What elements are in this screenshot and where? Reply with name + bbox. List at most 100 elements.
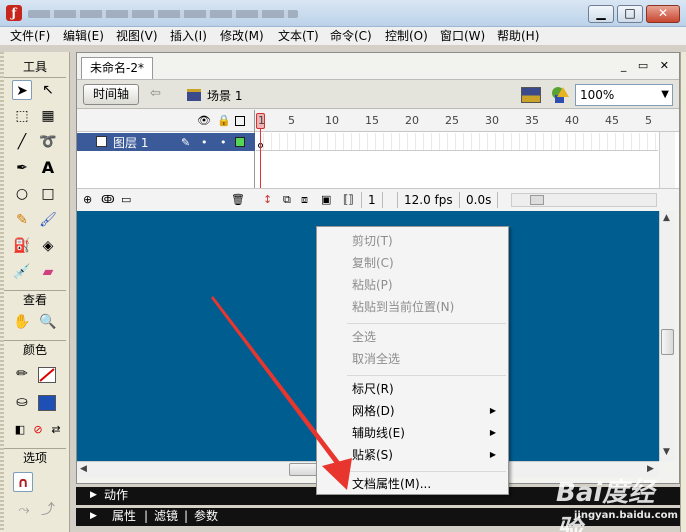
menu-item-document-properties[interactable]: 文档属性(M)... — [319, 473, 506, 495]
menu-view[interactable]: 视图(V) — [116, 28, 158, 44]
add-motion-guide-icon[interactable]: ↂ — [101, 193, 115, 206]
close-button[interactable]: ✕ — [646, 5, 680, 23]
center-frame-icon[interactable]: ↕ — [263, 193, 272, 206]
minimize-button[interactable]: ▁ — [588, 5, 614, 23]
menu-item-grid[interactable]: 网格(D) ▶ — [319, 400, 506, 422]
menu-item-cut[interactable]: 剪切(T) — [319, 230, 506, 252]
rectangle-tool-icon[interactable]: □ — [38, 184, 58, 204]
edit-scene-icon[interactable] — [521, 87, 541, 103]
elapsed-time-field: 0.0s — [459, 192, 499, 208]
outline-icon[interactable] — [235, 116, 245, 126]
scroll-thumb[interactable] — [530, 195, 544, 205]
edit-multiple-frames-icon[interactable]: ▣ — [321, 193, 331, 206]
menu-edit[interactable]: 编辑(E) — [63, 28, 104, 44]
menu-item-snapping[interactable]: 贴紧(S) ▶ — [319, 444, 506, 466]
lock-dot[interactable]: • — [220, 136, 227, 149]
hand-tool-icon[interactable]: ✋ — [12, 312, 32, 332]
onion-skin-icon[interactable]: ⧉ — [283, 193, 291, 207]
snap-magnet-icon[interactable]: ∩ — [13, 472, 33, 492]
pencil-tool-icon[interactable]: ✎ — [12, 210, 32, 230]
text-tool-icon[interactable]: A — [38, 158, 58, 178]
fill-color-swatch[interactable] — [38, 395, 56, 411]
smooth-icon[interactable]: ⤳ — [14, 500, 34, 520]
subselection-tool-icon[interactable]: ↖ — [38, 80, 58, 100]
straighten-icon[interactable]: ⤴ — [38, 500, 58, 520]
menu-text[interactable]: 文本(T) — [278, 28, 319, 44]
ink-bottle-tool-icon[interactable]: ⛽ — [12, 236, 32, 256]
lasso-tool-icon[interactable]: ➰ — [38, 132, 58, 152]
no-color-icon[interactable]: ⊘ — [28, 420, 48, 440]
menu-commands[interactable]: 命令(C) — [330, 28, 372, 44]
collapse-strip[interactable] — [680, 52, 686, 532]
menu-control[interactable]: 控制(O) — [385, 28, 428, 44]
menu-item-rulers[interactable]: 标尺(R) — [319, 378, 506, 400]
layer-row[interactable]: 图层 1 ✎ • • — [77, 133, 255, 151]
menu-separator — [347, 375, 506, 376]
layer-name[interactable]: 图层 1 — [113, 134, 148, 151]
maximize-button[interactable]: □ — [617, 5, 643, 23]
timeline-panel: 👁 🔒 图层 1 ✎ • • 1 5 10 15 20 25 30 35 40 … — [77, 110, 679, 210]
tab-filters[interactable]: 滤镜 — [154, 508, 178, 525]
menu-window[interactable]: 窗口(W) — [440, 28, 485, 44]
actions-panel-label[interactable]: 动作 — [104, 487, 128, 504]
menu-help[interactable]: 帮助(H) — [497, 28, 539, 44]
stroke-color-swatch[interactable] — [38, 367, 56, 383]
paint-bucket-tool-icon[interactable]: ◈ — [38, 236, 58, 256]
no-color-slash-icon — [39, 368, 55, 382]
menu-item-label: 网格(D) — [352, 404, 395, 418]
zoom-tool-icon[interactable]: 🔍 — [38, 312, 58, 332]
insert-layer-icon[interactable]: ⊕ — [83, 193, 92, 206]
scroll-thumb[interactable] — [661, 329, 674, 355]
black-white-icon[interactable]: ◧ — [10, 420, 30, 440]
document-tab[interactable]: 未命名-2* — [81, 57, 153, 79]
frame-number: 10 — [325, 114, 339, 127]
menu-modify[interactable]: 修改(M) — [220, 28, 264, 44]
timeline-toggle-button[interactable]: 时间轴 — [83, 84, 139, 105]
scroll-down-icon[interactable]: ▼ — [663, 447, 670, 457]
tab-properties[interactable]: 属性 — [112, 508, 136, 525]
document-window-controls[interactable]: _ ▭ ✕ — [621, 59, 673, 72]
menu-insert[interactable]: 插入(I) — [170, 28, 207, 44]
menu-item-paste-in-place[interactable]: 粘贴到当前位置(N) — [319, 296, 506, 318]
menu-item-guides[interactable]: 辅助线(E) ▶ — [319, 422, 506, 444]
menu-item-copy[interactable]: 复制(C) — [319, 252, 506, 274]
visibility-dot[interactable]: • — [201, 136, 208, 149]
oval-tool-icon[interactable]: ○ — [12, 184, 32, 204]
line-tool-icon[interactable]: ╱ — [12, 132, 32, 152]
stage-vertical-scrollbar[interactable]: ▲ ▼ — [659, 211, 675, 461]
pen-tool-icon[interactable]: ✒ — [12, 158, 32, 178]
back-arrow-icon[interactable]: ⇦ — [150, 86, 161, 101]
lock-icon[interactable]: 🔒 — [217, 114, 231, 127]
menu-item-select-all[interactable]: 全选 — [319, 326, 506, 348]
menu-file[interactable]: 文件(F) — [10, 28, 50, 44]
outline-color-box[interactable] — [235, 137, 245, 147]
frame-number: 15 — [365, 114, 379, 127]
frame-number: 25 — [445, 114, 459, 127]
frame-number: 1 — [258, 114, 265, 127]
tab-separator: | — [144, 509, 149, 523]
zoom-select[interactable]: 100% ▼ — [575, 84, 673, 106]
eye-icon[interactable]: 👁 — [197, 114, 211, 127]
tab-parameters[interactable]: 参数 — [194, 508, 218, 525]
scroll-up-icon[interactable]: ▲ — [663, 213, 670, 223]
timeline-horizontal-scrollbar[interactable] — [511, 193, 657, 207]
frame-grid[interactable] — [256, 133, 658, 151]
insert-folder-icon[interactable]: ▭ — [121, 193, 131, 206]
free-transform-tool-icon[interactable]: ⬚ — [12, 106, 32, 126]
onion-skin-outlines-icon[interactable]: ⧈ — [301, 193, 308, 207]
menu-item-paste[interactable]: 粘贴(P) — [319, 274, 506, 296]
eyedropper-tool-icon[interactable]: 💉 — [12, 262, 32, 282]
edit-symbols-icon[interactable] — [549, 85, 571, 105]
scroll-left-icon[interactable]: ◀ — [80, 464, 87, 474]
fill-transform-tool-icon[interactable]: ▦ — [38, 106, 58, 126]
menu-item-deselect-all[interactable]: 取消全选 — [319, 348, 506, 370]
selection-tool-icon[interactable]: ➤ — [12, 80, 32, 100]
view-header: 查看 — [22, 293, 47, 307]
eraser-tool-icon[interactable]: ▰ — [38, 262, 58, 282]
modify-onion-markers-icon[interactable]: ⟦⟧ — [343, 193, 354, 206]
brush-tool-icon[interactable]: 🖌 — [38, 210, 58, 230]
delete-layer-icon[interactable]: 🗑 — [231, 193, 245, 206]
timeline-vertical-scrollbar[interactable] — [659, 132, 675, 188]
swap-colors-icon[interactable]: ⇄ — [46, 420, 66, 440]
scene-label[interactable]: 场景 1 — [207, 87, 242, 104]
